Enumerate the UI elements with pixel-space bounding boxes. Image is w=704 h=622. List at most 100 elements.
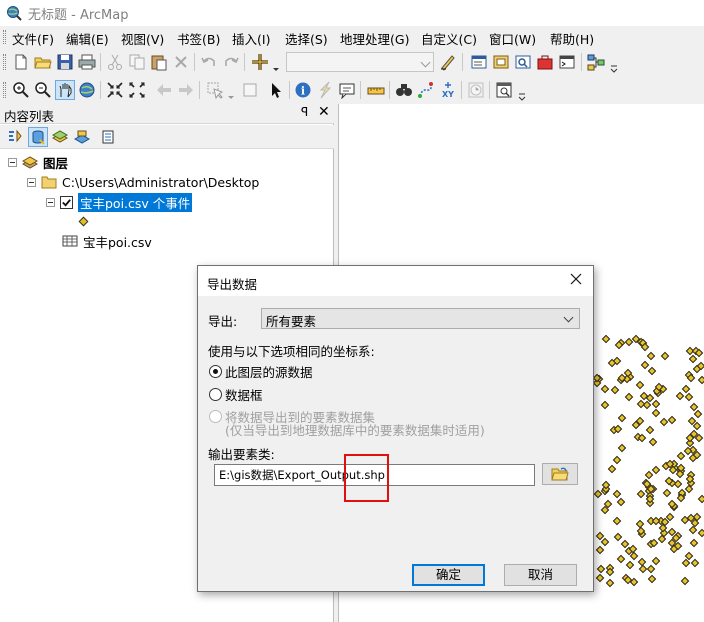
menu-insert[interactable]: 插入(I) (232, 29, 270, 48)
map-scale-combo[interactable] (286, 52, 434, 72)
clear-selection-icon[interactable] (240, 80, 260, 100)
menu-geoprocessing[interactable]: 地理处理(G) (340, 29, 409, 48)
html-popup-icon[interactable] (337, 80, 357, 100)
list-by-source-icon[interactable] (28, 127, 48, 147)
back-icon[interactable] (154, 80, 174, 100)
toc-close-icon[interactable]: ✕ (318, 104, 330, 120)
open-icon[interactable] (33, 52, 53, 72)
collapse-toggle[interactable] (8, 157, 17, 167)
coord-system-label: 使用与以下选项相同的坐标系: (208, 344, 375, 359)
ok-button[interactable]: 确定 (412, 564, 485, 586)
fixed-zoom-in-icon[interactable] (105, 80, 125, 100)
pin-icon[interactable]: ꟼ (301, 105, 308, 119)
map-point (684, 392, 694, 402)
map-point (686, 373, 696, 383)
toc-window-icon[interactable] (469, 52, 489, 72)
select-elements-icon[interactable] (266, 80, 286, 100)
redo-icon[interactable] (221, 52, 241, 72)
dialog-titlebar[interactable]: 导出数据 (198, 266, 593, 296)
save-icon[interactable] (55, 52, 75, 72)
find-icon[interactable] (394, 80, 414, 100)
toc-toolbar (0, 125, 334, 149)
zoom-out-icon[interactable] (33, 80, 53, 100)
menubar-grip[interactable] (3, 30, 6, 44)
map-point (640, 360, 650, 370)
forward-icon[interactable] (176, 80, 196, 100)
undo-icon[interactable] (199, 52, 219, 72)
find-route-icon[interactable] (416, 80, 436, 100)
viewer-window-icon[interactable] (494, 80, 514, 100)
export-select-value: 所有要素 (266, 314, 317, 329)
identify-icon[interactable]: i (293, 80, 313, 100)
delete-icon[interactable] (171, 52, 191, 72)
add-data-icon[interactable] (250, 52, 270, 72)
search-window-icon[interactable] (513, 52, 533, 72)
radio-button[interactable] (209, 365, 222, 378)
time-slider-icon[interactable] (466, 80, 486, 100)
export-select[interactable]: 所有要素 (261, 308, 580, 329)
map-point (607, 464, 617, 474)
radio-data-frame[interactable]: 数据框 (209, 385, 263, 404)
radio-source-data[interactable]: 此图层的源数据 (209, 362, 313, 381)
select-features-icon[interactable] (205, 80, 225, 100)
measure-icon[interactable] (366, 80, 386, 100)
browse-button[interactable] (542, 463, 578, 485)
map-point (693, 409, 703, 419)
list-by-visibility-icon[interactable] (50, 127, 70, 147)
tree-item-event-layer[interactable]: 宝丰poi.csv 个事件 (46, 192, 193, 212)
full-extent-icon[interactable] (77, 80, 97, 100)
print-icon[interactable] (77, 52, 97, 72)
menu-edit[interactable]: 编辑(E) (66, 29, 109, 48)
catalog-icon[interactable] (491, 52, 511, 72)
collapse-toggle[interactable] (46, 197, 55, 207)
menu-selection[interactable]: 选择(S) (285, 29, 328, 48)
dialog-title: 导出数据 (207, 277, 258, 292)
menu-file[interactable]: 文件(F) (12, 29, 54, 48)
python-icon[interactable] (557, 52, 577, 72)
dialog-close-icon[interactable] (567, 270, 585, 288)
tree-item-folder[interactable]: C:\Users\Administrator\Desktop (27, 173, 259, 191)
editor-icon[interactable] (438, 52, 458, 72)
folder-icon (41, 176, 57, 189)
point-symbol-icon[interactable] (78, 216, 89, 227)
tools-toolbar-grip[interactable] (3, 82, 6, 98)
tree-item-layers[interactable]: 图层 (8, 153, 68, 171)
export-data-dialog: 导出数据 导出: 所有要素 使用与以下选项相同的坐标系: 此图层的源数据 数据框… (197, 265, 594, 592)
tools-toolbar-overflow-icon[interactable] (518, 91, 526, 101)
cancel-button[interactable]: 取消 (504, 564, 577, 586)
paste-icon[interactable] (149, 52, 169, 72)
zoom-in-icon[interactable] (11, 80, 31, 100)
options-icon[interactable] (98, 127, 118, 147)
select-dropdown-icon[interactable] (227, 91, 235, 100)
new-document-icon[interactable] (11, 52, 31, 72)
menu-customize[interactable]: 自定义(C) (421, 29, 477, 48)
map-point (646, 351, 656, 361)
menu-bookmarks[interactable]: 书签(B) (177, 29, 220, 48)
fixed-zoom-out-icon[interactable] (127, 80, 147, 100)
standard-toolbar-grip[interactable] (3, 54, 6, 70)
cut-icon[interactable] (105, 52, 125, 72)
goto-xy-icon[interactable]: XY (438, 80, 458, 100)
menu-view[interactable]: 视图(V) (121, 29, 164, 48)
map-point (624, 392, 634, 402)
toolbar-overflow-icon[interactable] (610, 63, 618, 73)
menu-help[interactable]: 帮助(H) (550, 29, 594, 48)
radio-button[interactable] (209, 388, 222, 401)
model-builder-icon[interactable] (586, 52, 606, 72)
menu-windows[interactable]: 窗口(W) (489, 29, 536, 48)
pan-icon[interactable] (55, 80, 75, 100)
hyperlink-icon[interactable] (315, 80, 335, 100)
table-icon (62, 235, 78, 247)
arctoolbox-icon[interactable] (535, 52, 555, 72)
tree-item-csv-table[interactable]: 宝丰poi.csv (62, 232, 152, 250)
map-point (600, 537, 610, 547)
add-data-dropdown-icon[interactable] (272, 63, 280, 72)
list-by-selection-icon[interactable] (72, 127, 92, 147)
list-by-drawing-order-icon[interactable] (5, 127, 25, 147)
copy-icon[interactable] (127, 52, 147, 72)
layer-visibility-checkbox[interactable] (60, 195, 73, 209)
collapse-toggle[interactable] (27, 177, 36, 187)
map-point (638, 564, 648, 574)
tree-label-event-layer[interactable]: 宝丰poi.csv 个事件 (78, 192, 193, 212)
map-point (637, 433, 647, 443)
